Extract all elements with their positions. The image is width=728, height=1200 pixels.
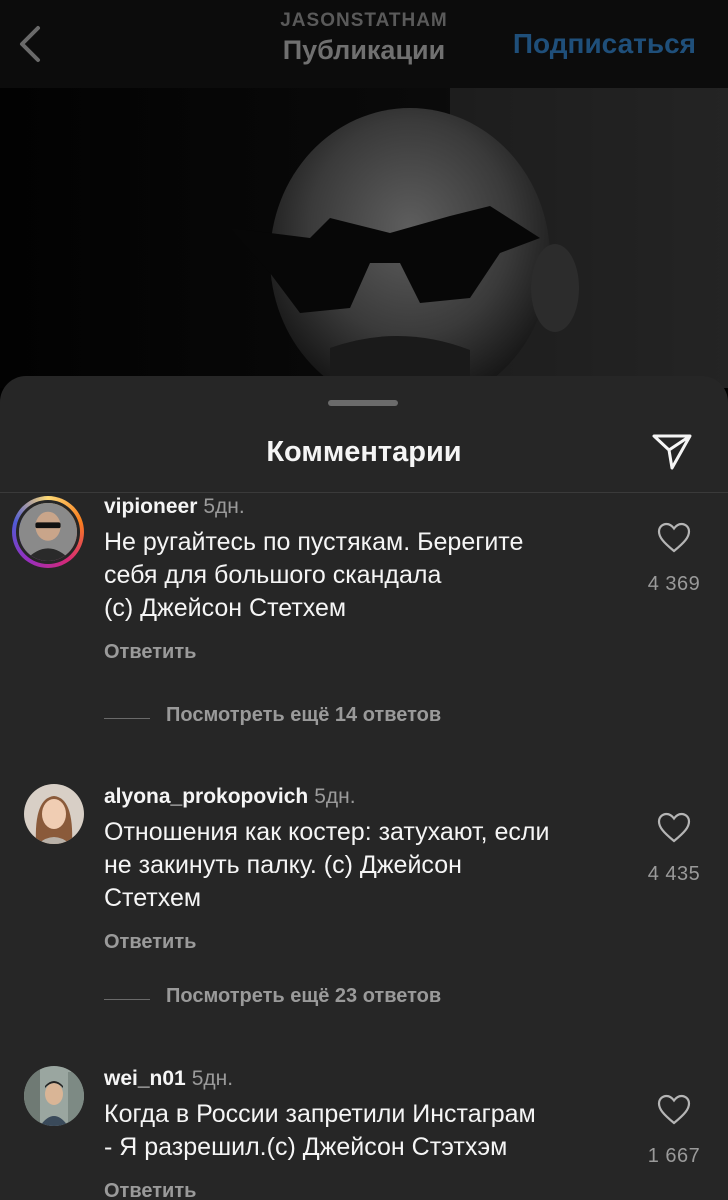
post-photo[interactable] xyxy=(0,88,728,388)
share-button[interactable] xyxy=(650,428,694,472)
reply-button[interactable]: Ответить xyxy=(104,931,624,954)
comment-text-line: себя для большого скандала xyxy=(104,561,442,589)
avatar-image xyxy=(24,1066,84,1126)
paper-plane-icon xyxy=(652,434,692,470)
view-replies-button[interactable]: Посмотреть ещё 14 ответов xyxy=(104,704,684,734)
comment-text-line: - Я разрешил.(с) Джейсон Стэтхэм xyxy=(104,1133,508,1161)
comment-username[interactable]: vipioneer xyxy=(104,495,197,518)
like-count: 1 667 xyxy=(647,1145,701,1167)
like-control: 1 667 xyxy=(642,1094,706,1168)
like-control: 4 369 xyxy=(642,522,706,596)
comments-sheet: Комментарии vipioneer5дн. Не ругайтесь xyxy=(0,376,728,1200)
comment-text: Когда в России запретили Инстаграм - Я р… xyxy=(104,1098,624,1164)
avatar-image xyxy=(24,784,84,844)
like-count: 4 369 xyxy=(647,573,701,595)
replies-line xyxy=(104,999,150,1000)
replies-line xyxy=(104,718,150,719)
comment-time: 5дн. xyxy=(191,1067,234,1090)
avatar[interactable] xyxy=(24,1066,84,1126)
top-bar: JASONSTATHAM Публикации Подписаться xyxy=(0,0,728,88)
comment-text-line: (c) Джейсон Стетхем xyxy=(104,594,347,622)
header-divider xyxy=(0,492,728,493)
comment-username[interactable]: wei_n01 xyxy=(104,1067,186,1090)
avatar-image xyxy=(19,503,77,561)
follow-button[interactable]: Подписаться xyxy=(513,28,696,60)
comments-title: Комментарии xyxy=(266,436,462,468)
comment-text: Не ругайтесь по пустякам. Берегите себя … xyxy=(104,526,624,625)
comment-text: Отношения как костер: затухают, если не … xyxy=(104,816,624,915)
view-replies-label: Посмотреть ещё 23 ответов xyxy=(166,985,442,1007)
heart-icon[interactable] xyxy=(657,522,691,554)
like-control: 4 435 xyxy=(642,812,706,886)
comment-text-line: Стетхем xyxy=(104,884,202,912)
comment-time: 5дн. xyxy=(314,785,356,808)
comment-username[interactable]: alyona_prokopovich xyxy=(104,785,308,808)
comment-time: 5дн. xyxy=(203,495,245,518)
comment-text-line: Отношения как костер: затухают, если xyxy=(104,818,550,846)
comment-text-line: Когда в России запретили Инстаграм xyxy=(104,1100,536,1128)
heart-icon[interactable] xyxy=(657,812,691,844)
like-count: 4 435 xyxy=(647,863,701,885)
view-replies-label: Посмотреть ещё 14 ответов xyxy=(166,704,442,726)
avatar[interactable] xyxy=(12,496,84,568)
sheet-grabber[interactable] xyxy=(328,400,398,406)
reply-button[interactable]: Ответить xyxy=(104,641,624,664)
post-image xyxy=(0,88,728,388)
reply-button[interactable]: Ответить xyxy=(104,1180,624,1200)
comment-text-line: Не ругайтесь по пустякам. Берегите xyxy=(104,528,524,556)
heart-icon[interactable] xyxy=(657,1094,691,1126)
avatar[interactable] xyxy=(24,784,84,844)
view-replies-button[interactable]: Посмотреть ещё 23 ответов xyxy=(104,985,684,1015)
comment-text-line: не закинуть палку. (с) Джейсон xyxy=(104,851,462,879)
